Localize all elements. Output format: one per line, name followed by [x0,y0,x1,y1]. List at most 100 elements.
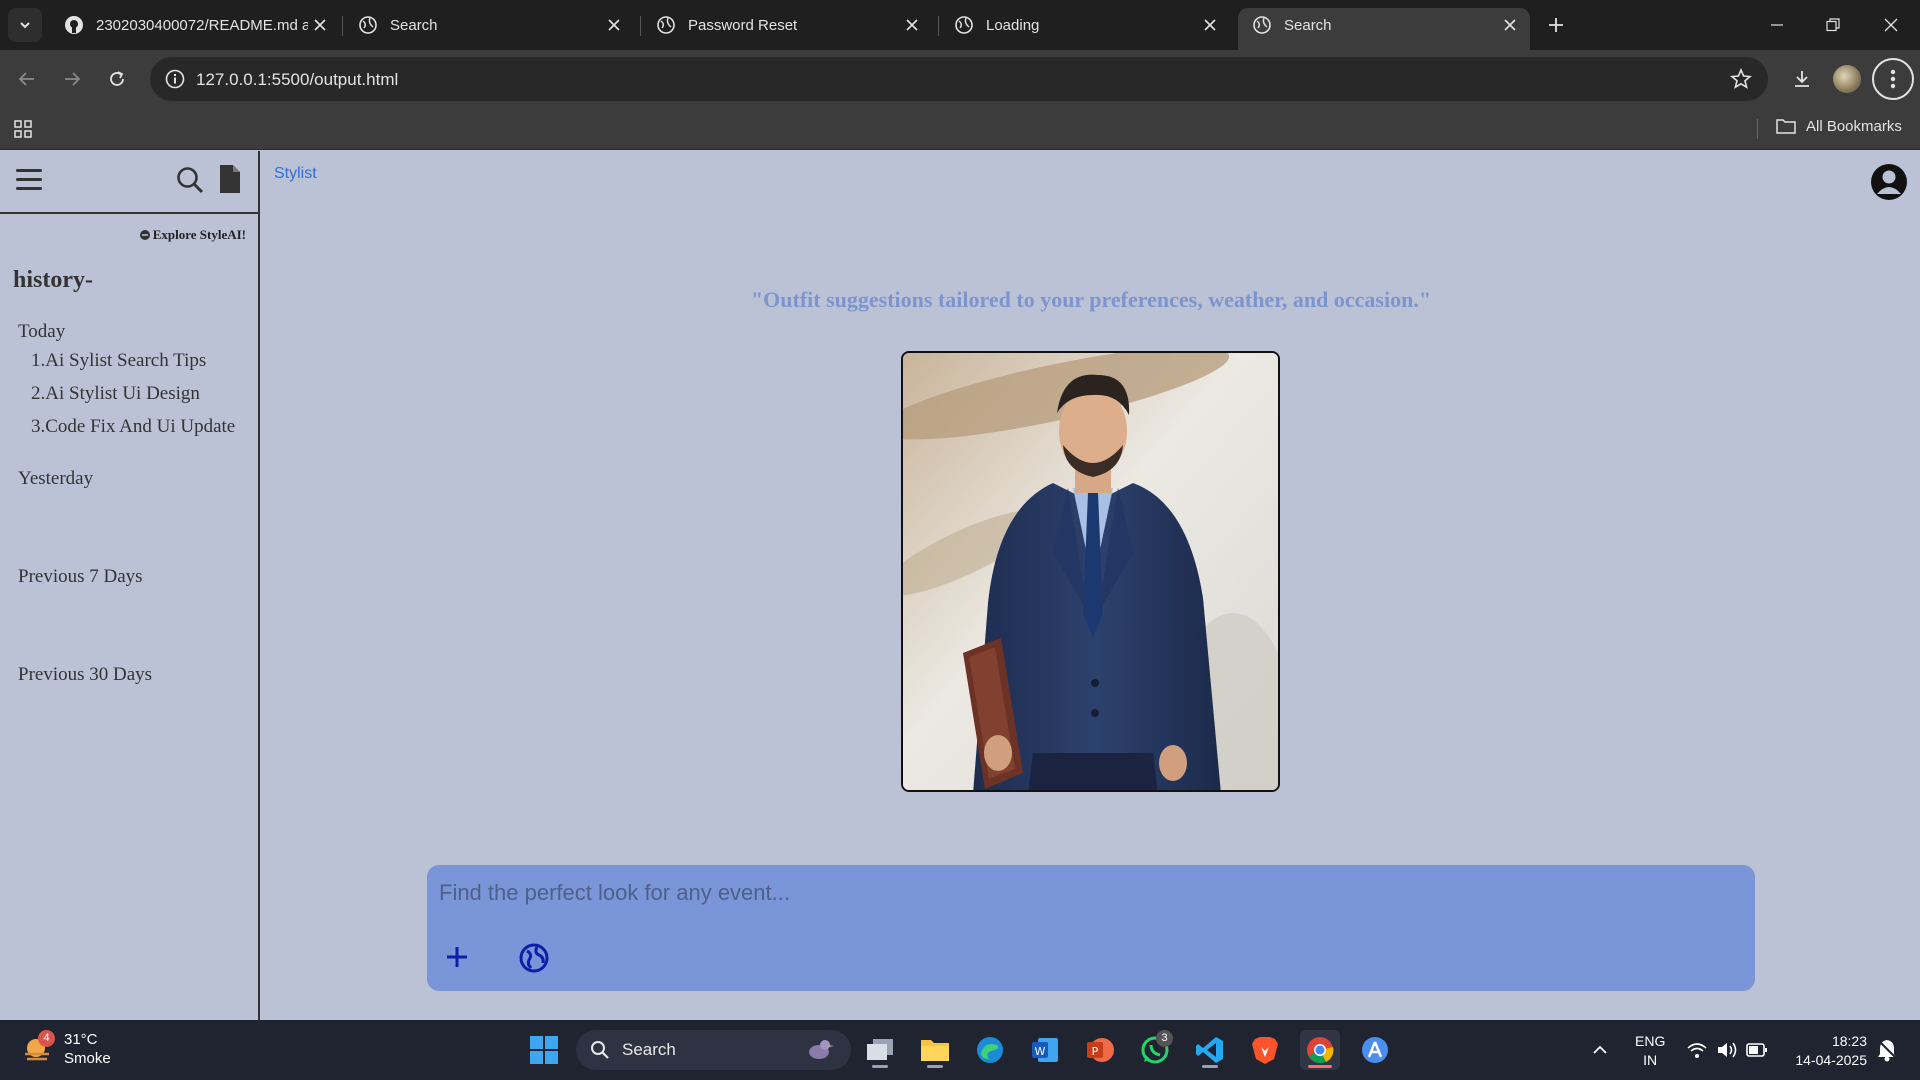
plus-icon [447,947,467,967]
app-store-icon [1362,1037,1388,1063]
add-attachment-button[interactable] [443,943,471,971]
forward-button[interactable] [56,63,88,95]
volume-icon[interactable] [1716,1040,1738,1060]
browser-tab-password-reset[interactable]: Password Reset [642,8,932,42]
powerpoint-icon: P [1087,1038,1114,1062]
close-icon [1884,18,1898,32]
chevron-down-icon [20,22,30,29]
explore-styleai-link[interactable]: Explore StyleAI! [139,227,246,243]
browser-tab-search-active[interactable]: Search [1238,8,1530,50]
file-explorer-button[interactable] [915,1030,955,1070]
chat-composer [427,865,1755,991]
close-tab-button[interactable] [1498,13,1522,37]
history-item[interactable]: 2.Ai Stylist Ui Design [31,383,200,405]
explore-label: Explore StyleAI! [152,227,246,242]
tab-separator [938,16,939,36]
history-sidebar: Explore StyleAI! history- Today 1.Ai Syl… [0,151,260,1020]
notification-bell-icon[interactable] [1876,1038,1898,1062]
downloads-button[interactable] [1786,63,1818,95]
vscode-button[interactable] [1190,1030,1230,1070]
businessman-illustration [903,353,1278,790]
close-icon [1204,19,1216,31]
input-language-indicator[interactable]: ENG IN [1635,1032,1665,1070]
tab-search-button[interactable] [8,8,42,42]
browser-tab-loading[interactable]: Loading [940,8,1230,42]
globe-icon[interactable] [519,943,549,973]
back-button[interactable] [11,63,43,95]
minimize-icon [1771,24,1783,26]
address-bar[interactable]: 127.0.0.1:5500/output.html [150,57,1768,101]
search-icon[interactable] [175,165,205,195]
language-code: ENG [1635,1033,1666,1049]
profile-avatar[interactable] [1833,65,1861,93]
reload-icon [110,71,124,86]
app-store-button[interactable] [1355,1030,1395,1070]
history-item[interactable]: 1.Ai Sylist Search Tips [31,350,206,372]
browser-tab-strip: 2302030400072/README.md at Search Passwo… [0,0,1920,50]
user-account-icon[interactable] [1870,163,1908,201]
close-tab-button[interactable] [308,13,332,37]
word-button[interactable]: W [1025,1030,1065,1070]
browser-tab-search[interactable]: Search [344,8,634,42]
history-heading: history- [13,267,93,293]
restore-button[interactable] [1818,10,1848,40]
github-icon [65,16,83,34]
all-bookmarks-button[interactable]: All Bookmarks [1776,117,1902,135]
taskbar-search[interactable]: Search [576,1030,851,1070]
chrome-button[interactable] [1300,1030,1340,1070]
brand-link[interactable]: Stylist [274,165,317,183]
browser-menu-button[interactable] [1872,58,1914,100]
bookmarks-bar: All Bookmarks [0,108,1920,150]
clock-time: 18:23 [1831,1033,1867,1049]
weather-widget[interactable]: 4 31°C Smoke [22,1030,111,1068]
tab-title: Loading [986,16,1040,34]
windows-taskbar: 4 31°C Smoke Search W P 3 ENG IN 18:23 1… [0,1020,1920,1080]
battery-icon[interactable] [1746,1042,1768,1058]
search-icon [591,1041,609,1059]
running-indicator [1308,1065,1332,1068]
clock-date: 14-04-2025 [1795,1052,1867,1068]
globe-icon [657,16,675,34]
system-clock[interactable]: 18:23 14-04-2025 [1787,1032,1867,1070]
chevron-up-icon[interactable] [1591,1041,1609,1059]
task-view-button[interactable] [860,1030,900,1070]
tab-separator [640,16,641,36]
info-icon[interactable] [164,68,186,90]
tagline: "Outfit suggestions tailored to your pre… [750,287,1432,312]
edge-browser-button[interactable] [970,1030,1010,1070]
browser-tab-readme[interactable]: 2302030400072/README.md at [50,8,340,42]
history-section-yesterday: Yesterday [18,468,94,489]
history-section-previous-30-days: Previous 30 Days [18,664,153,685]
globe-icon [359,16,377,34]
weather-hazy-icon: 4 [22,1030,55,1064]
brave-button[interactable] [1245,1030,1285,1070]
notification-badge: 3 [1156,1030,1173,1047]
new-tab-button[interactable] [1544,13,1568,37]
close-tab-button[interactable] [1198,13,1222,37]
tab-separator [342,16,343,36]
style-query-input[interactable] [439,875,1739,911]
edge-icon [977,1037,1003,1063]
bookmarks-divider [1757,119,1758,139]
close-icon [1504,19,1516,31]
reload-button[interactable] [101,63,133,95]
bookmark-star-icon[interactable] [1730,68,1752,90]
tab-title: Password Reset [688,16,798,34]
apps-grid-icon[interactable] [13,119,33,139]
history-item[interactable]: 3.Code Fix And Ui Update [31,416,235,438]
close-tab-button[interactable] [602,13,626,37]
weather-description: Smoke [64,1050,111,1067]
close-window-button[interactable] [1876,10,1906,40]
plus-icon [1549,18,1563,32]
start-button[interactable] [524,1030,564,1070]
hamburger-menu-icon[interactable] [16,169,42,191]
new-document-icon[interactable] [218,164,242,194]
whatsapp-button[interactable]: 3 [1135,1030,1175,1070]
wifi-icon[interactable] [1686,1040,1708,1060]
close-tab-button[interactable] [900,13,924,37]
history-section-previous-7-days: Previous 7 Days [18,566,143,587]
minimize-button[interactable] [1762,10,1792,40]
folder-icon [921,1040,949,1061]
powerpoint-button[interactable]: P [1080,1030,1120,1070]
taskbar-search-label: Search [622,1040,676,1059]
